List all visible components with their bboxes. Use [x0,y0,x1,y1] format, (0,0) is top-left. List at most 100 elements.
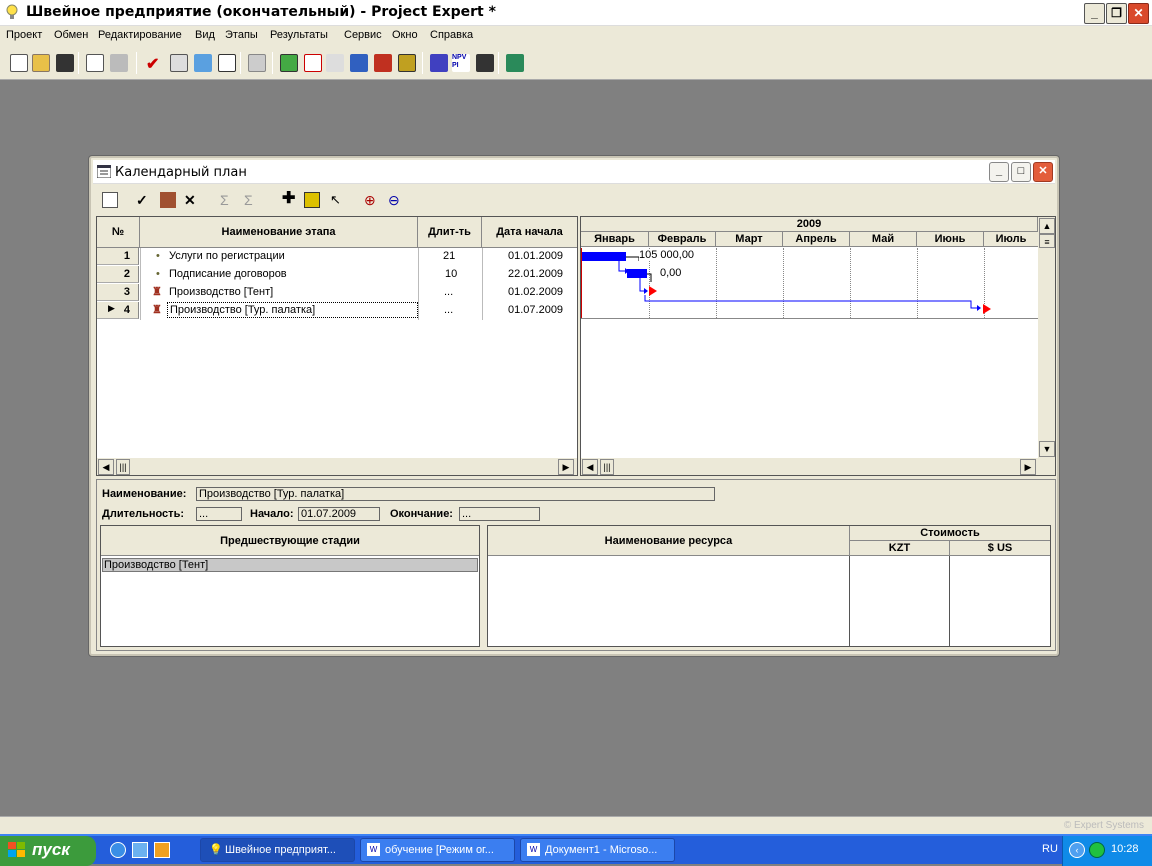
col-num-header[interactable]: № [97,217,140,248]
close-button[interactable]: ✕ [1128,3,1149,24]
menu-bar: Проект Обмен Редактирование Вид Этапы Ре… [0,26,1152,46]
zoom-out-icon[interactable]: ⊖ [388,192,404,208]
gantt-scroll-thumb[interactable]: ||| [600,459,614,475]
menu-service[interactable]: Сервис [344,29,382,41]
word-icon: W [367,843,380,856]
balance-icon[interactable] [326,54,344,72]
scroll-up-icon[interactable]: ▲ [1039,218,1055,234]
cashflow-icon[interactable] [304,54,322,72]
stage-name: Производство [Тент] [169,286,274,298]
add-icon[interactable]: ✚ [282,191,298,208]
menu-results[interactable]: Результаты [270,29,328,41]
end-field[interactable]: ... [459,507,540,521]
grid-icon[interactable] [476,54,494,72]
media-icon[interactable] [154,842,170,858]
gantt-scroll-right-icon[interactable]: ▶ [1020,459,1036,475]
predecessor-item[interactable]: Производство [Тент] [102,558,478,572]
calendar-close-button[interactable]: ✕ [1033,162,1053,182]
gantt-scroll-left-icon[interactable]: ◀ [582,459,598,475]
check-icon[interactable]: ✔ [146,54,164,73]
col-name-header[interactable]: Наименование этапа [140,217,418,248]
stage-start: 22.01.2009 [508,268,564,280]
menu-help[interactable]: Справка [430,29,473,41]
month-jan: Январь [581,232,649,247]
calculator-icon[interactable] [506,54,524,72]
col-duration-header[interactable]: Длит-ть [418,217,482,248]
menu-project[interactable]: Проект [6,29,42,41]
month-jun: Июнь [917,232,984,247]
ie-icon[interactable] [110,842,126,858]
stage-name[interactable]: Производство [Тур. палатка] [167,302,418,318]
new-file-icon[interactable] [10,54,28,72]
minimize-button[interactable]: _ [1084,3,1105,24]
taskbar: пуск 💡 Швейное предприят... Wобучение [Ре… [0,834,1152,866]
start-label: Начало: [250,508,294,520]
pointer-icon[interactable]: ↖ [330,192,346,208]
end-label: Окончание: [390,508,453,520]
print-preview-icon[interactable] [86,54,104,72]
lightbulb-icon: 💡 [209,844,223,856]
task-word-document[interactable]: W Документ1 - Microso... [520,838,675,862]
table-icon[interactable] [218,54,236,72]
calendar-maximize-button[interactable]: □ [1011,162,1031,182]
name-label: Наименование: [102,488,187,500]
calendar-icon[interactable] [280,54,298,72]
network-icon[interactable] [1089,842,1105,858]
desktop-icon[interactable] [132,842,148,858]
refresh-icon[interactable] [194,54,212,72]
menu-view[interactable]: Вид [195,29,215,41]
bar-chart-icon[interactable] [430,54,448,72]
form-icon[interactable] [248,54,266,72]
start-field[interactable]: 01.07.2009 [298,507,380,521]
clock[interactable]: 10:28 [1111,843,1139,855]
scroll-down-icon[interactable]: ▼ [1039,441,1055,457]
menu-window[interactable]: Окно [392,29,418,41]
task-project-expert[interactable]: 💡 Швейное предприят... [200,838,355,862]
currency-usd-header: $ US [950,541,1050,556]
restore-button[interactable]: ❐ [1106,3,1127,24]
print-icon[interactable] [110,54,128,72]
sum-right-icon[interactable]: Σ [244,192,260,208]
analysis-icon[interactable] [350,54,368,72]
scroll-thumb[interactable]: ||| [116,459,130,475]
scroll-right-icon[interactable]: ▶ [558,459,574,475]
zoom-in-icon[interactable]: ⊕ [364,192,380,208]
save-icon[interactable] [56,54,74,72]
delete-icon[interactable]: ✕ [184,192,200,208]
scroll-left-icon[interactable]: ◀ [98,459,114,475]
expand-tray-icon[interactable]: ‹ [1069,842,1085,858]
stage-start: 01.01.2009 [508,250,564,262]
row-number: 3 [97,284,139,301]
predecessors-header: Предшествующие стадии [101,526,479,556]
row-pointer-icon: ▶ [108,303,115,313]
app-title: Швейное предприятие (окончательный) - Pr… [26,4,496,20]
menu-edit[interactable]: Редактирование [98,29,182,41]
open-folder-icon[interactable] [32,54,50,72]
npv-icon[interactable]: NPV PI [452,54,470,72]
factory-icon[interactable] [160,192,176,208]
h-scrollbar-left[interactable] [97,458,577,475]
checklist-icon[interactable] [170,54,188,72]
menu-exchange[interactable]: Обмен [54,29,88,41]
h-scrollbar-gantt[interactable] [581,458,1055,475]
stage-duration: ... [444,286,454,298]
calendar-minimize-button[interactable]: _ [989,162,1009,182]
lightbulb-icon [6,4,18,19]
menu-stages[interactable]: Этапы [225,29,258,41]
task-word-training[interactable]: Wобучение [Режим ог... [360,838,515,862]
chart-icon[interactable] [398,54,416,72]
language-indicator[interactable]: RU [1042,843,1058,855]
properties-icon[interactable] [102,192,118,208]
report-icon[interactable] [374,54,392,72]
main-toolbar: ✔ NPV PI [0,46,1152,80]
confirm-icon[interactable]: ✓ [136,192,152,208]
start-button[interactable]: пуск [0,836,96,866]
link-stages-icon[interactable] [304,192,320,208]
sum-left-icon[interactable]: Σ [220,192,236,208]
stage-start: 01.02.2009 [508,286,564,298]
col-start-header[interactable]: Дата начала [482,217,577,248]
name-field[interactable]: Производство [Тур. палатка] [196,487,715,501]
v-scroll-thumb[interactable]: ≡ [1039,234,1055,248]
duration-field[interactable]: ... [196,507,242,521]
v-scrollbar-gantt[interactable] [1038,217,1055,458]
